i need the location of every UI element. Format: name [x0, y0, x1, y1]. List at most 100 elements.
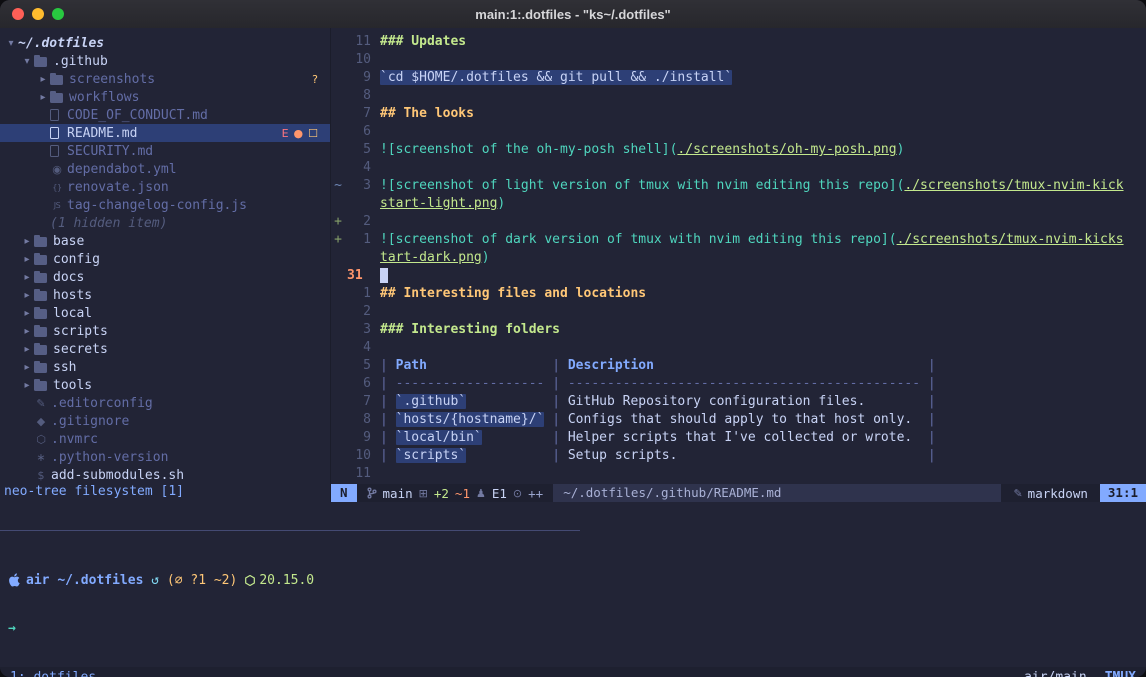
file-icon — [50, 109, 59, 121]
expander-icon[interactable]: ▸ — [20, 344, 34, 355]
editor-line[interactable]: 10 — [331, 52, 1146, 70]
expander-icon[interactable]: ▸ — [36, 74, 50, 85]
editor-line[interactable]: 3### Interesting folders — [331, 322, 1146, 340]
neotree-sidebar[interactable]: ▾~/.dotfiles▾.github▸screenshots?▸workfl… — [0, 28, 330, 502]
tree-item-scripts[interactable]: ▸scripts — [0, 322, 330, 340]
tree-item-base[interactable]: ▸base — [0, 232, 330, 250]
tree-item-python-version[interactable]: ∗.python-version — [0, 448, 330, 466]
expander-spacer — [20, 470, 34, 481]
editor-buffer[interactable]: 11### Updates 10 9`cd $HOME/.dotfiles &&… — [331, 28, 1146, 502]
line-number: 1 — [345, 232, 371, 250]
text-segment: ### Interesting folders — [380, 322, 560, 337]
line-number: 10 — [345, 52, 371, 70]
expander-icon[interactable]: ▸ — [36, 92, 50, 103]
tree-item-label: .nvmrc — [51, 432, 98, 447]
line-number: 3 — [345, 178, 371, 196]
expander-icon[interactable]: ▾ — [4, 38, 18, 49]
sign-column — [331, 412, 345, 430]
editor-line[interactable]: 9`cd $HOME/.dotfiles && git pull && ./in… — [331, 70, 1146, 88]
editor-line[interactable]: 11### Updates — [331, 34, 1146, 52]
editor-line[interactable]: 31 — [331, 268, 1146, 286]
tree-item-hosts[interactable]: ▸ hosts — [0, 286, 330, 304]
expander-icon[interactable]: ▸ — [20, 326, 34, 337]
minimize-button[interactable] — [32, 8, 44, 20]
close-button[interactable] — [12, 8, 24, 20]
tree-item-tag-changelog-config-js[interactable]: JStag-changelog-config.js — [0, 196, 330, 214]
tree-item-code-of-conduct-md[interactable]: CODE_OF_CONDUCT.md — [0, 106, 330, 124]
sign-column — [331, 160, 345, 178]
titlebar[interactable]: main:1:.dotfiles - "ks~/.dotfiles" — [0, 0, 1146, 28]
tree-item-1-hidden-item[interactable]: (1 hidden item) — [0, 214, 330, 232]
text-segment: ### Updates — [380, 34, 466, 49]
tree-item-add-submodules-sh[interactable]: $add-submodules.sh — [0, 466, 330, 484]
expander-icon[interactable]: ▸ — [20, 272, 34, 283]
tree-item-label: docs — [53, 270, 84, 285]
line-text — [371, 214, 380, 232]
editor-line[interactable]: 4 — [331, 160, 1146, 178]
line-text: | Path | Description | — [371, 358, 936, 376]
tree-item-dotfiles[interactable]: ▾~/.dotfiles — [0, 34, 330, 52]
editor-line[interactable]: 8| `hosts/{hostname}/` | Configs that sh… — [331, 412, 1146, 430]
tree-item-readme-md[interactable]: README.mdE●☐ — [0, 124, 330, 142]
text-segment: | — [380, 448, 396, 463]
expander-icon[interactable]: ▸ — [20, 308, 34, 319]
editor-line[interactable]: 6| ------------------- | ---------------… — [331, 376, 1146, 394]
editor-line[interactable]: 5![screenshot of the oh-my-posh shell](.… — [331, 142, 1146, 160]
editor-line[interactable]: 8 — [331, 88, 1146, 106]
tree-item-tools[interactable]: ▸tools — [0, 376, 330, 394]
editor-line[interactable]: 7## The looks — [331, 106, 1146, 124]
shell-pane[interactable]: air ~/.dotfiles ↺ (⌀ ?1 ~2)20.15.0 → — [0, 531, 1146, 667]
tree-item-secrets[interactable]: ▸secrets — [0, 340, 330, 358]
tmux-window-item[interactable]: 1:.dotfiles — [10, 670, 96, 677]
tree-item-config[interactable]: ▸config — [0, 250, 330, 268]
editor-line[interactable]: 6 — [331, 124, 1146, 142]
editor-line[interactable]: tart-dark.png) — [331, 250, 1146, 268]
folder-icon — [34, 309, 47, 319]
tree-item-docs[interactable]: ▸ docs — [0, 268, 330, 286]
tree-item-label: (1 hidden item) — [50, 216, 167, 231]
editor-line[interactable]: 4 — [331, 340, 1146, 358]
tree-item-dependabot-yml[interactable]: ◉dependabot.yml — [0, 160, 330, 178]
tree-item-screenshots[interactable]: ▸screenshots? — [0, 70, 330, 88]
editor-line[interactable]: 5| Path | Description | — [331, 358, 1146, 376]
tree-item-workflows[interactable]: ▸workflows — [0, 88, 330, 106]
editor-line[interactable]: 10| `scripts` | Setup scripts. | — [331, 448, 1146, 466]
sign-column — [331, 196, 345, 214]
text-segment: ) — [497, 196, 505, 211]
tree-item-label: hosts — [53, 288, 92, 303]
editor-line[interactable]: 2 — [331, 304, 1146, 322]
line-text — [371, 88, 380, 106]
expander-icon[interactable]: ▸ — [20, 380, 34, 391]
tree-item-editorconfig[interactable]: ✎.editorconfig — [0, 394, 330, 412]
expander-icon[interactable]: ▸ — [20, 290, 34, 301]
tree-item-nvmrc[interactable]: ⬡.nvmrc — [0, 430, 330, 448]
git-sync-icon: ↺ — [151, 573, 159, 588]
line-number: 6 — [345, 376, 371, 394]
tree-item-security-md[interactable]: SECURITY.md — [0, 142, 330, 160]
expander-spacer — [20, 398, 34, 409]
tree-item-ssh[interactable]: ▸ssh — [0, 358, 330, 376]
editor-line[interactable]: 9| `local/bin` | Helper scripts that I'v… — [331, 430, 1146, 448]
expander-icon[interactable]: ▸ — [20, 236, 34, 247]
expander-icon[interactable]: ▸ — [20, 254, 34, 265]
tree-item-github[interactable]: ▾.github — [0, 52, 330, 70]
editor-line[interactable]: 7| `.github` | GitHub Repository configu… — [331, 394, 1146, 412]
tree-item-label: .gitignore — [51, 414, 129, 429]
editor-line[interactable]: 11 — [331, 466, 1146, 484]
tree-item-gitignore[interactable]: ◆.gitignore — [0, 412, 330, 430]
editor-line[interactable]: 1## Interesting files and locations — [331, 286, 1146, 304]
expander-spacer — [36, 146, 50, 157]
tree-item-local[interactable]: ▸local — [0, 304, 330, 322]
traffic-lights — [12, 8, 64, 20]
editor-line[interactable]: +1![screenshot of dark version of tmux w… — [331, 232, 1146, 250]
tree-item-label: README.md — [67, 126, 137, 141]
tree-item-renovate-json[interactable]: {}renovate.json — [0, 178, 330, 196]
zoom-button[interactable] — [52, 8, 64, 20]
editor-line[interactable]: ~3![screenshot of light version of tmux … — [331, 178, 1146, 196]
expander-icon[interactable]: ▸ — [20, 362, 34, 373]
editor-line[interactable]: start-light.png) — [331, 196, 1146, 214]
expander-icon[interactable]: ▾ — [20, 56, 34, 67]
line-number: 4 — [345, 340, 371, 358]
editor-line[interactable]: +2 — [331, 214, 1146, 232]
text-segment: ) — [897, 142, 905, 157]
